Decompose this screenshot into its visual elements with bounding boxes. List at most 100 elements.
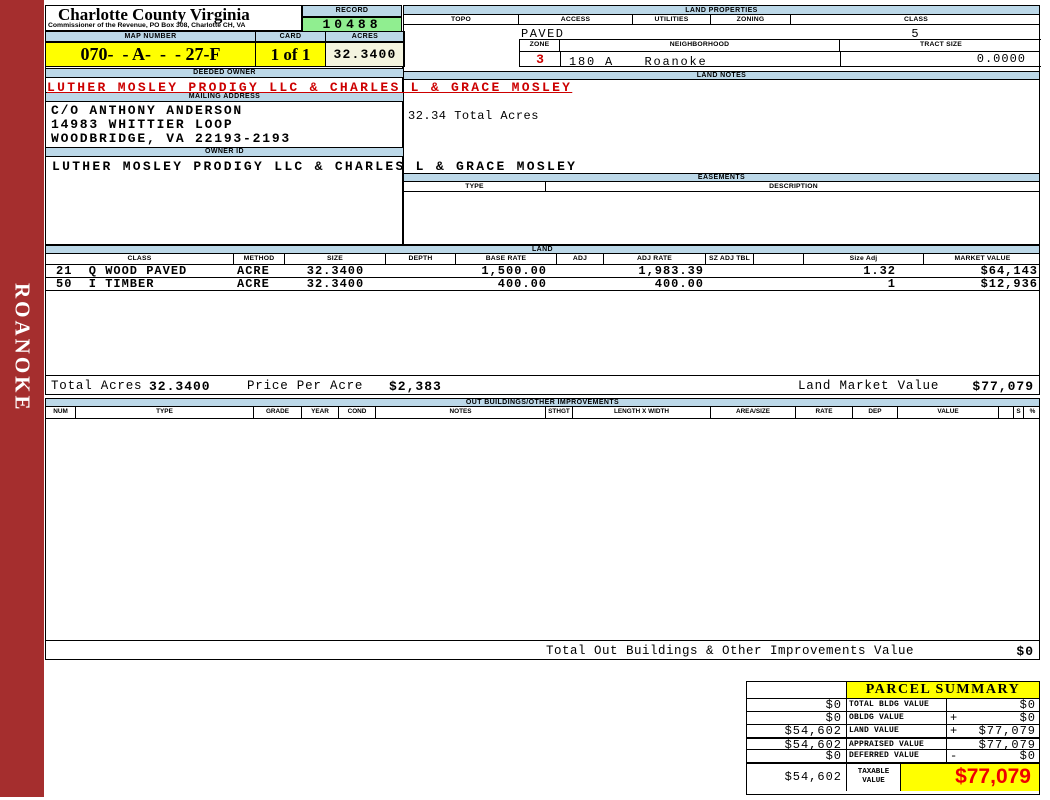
table-cell xyxy=(754,278,804,291)
table-cell: SZ ADJ TBL xyxy=(706,254,754,264)
table-cell: BASE RATE xyxy=(456,254,557,264)
taxable-label: TAXABLE VALUE xyxy=(847,764,901,791)
outbuildings-header-row: NUM TYPE GRADE YEAR COND NOTES STHGT LENGTH X W… xyxy=(46,407,1039,419)
deeded-owner-label: DEEDED OWNER xyxy=(46,68,403,78)
table-cell: NUM xyxy=(46,407,76,418)
table-cell: YEAR xyxy=(302,407,339,418)
table-cell: 400.00 xyxy=(654,277,704,291)
table-cell xyxy=(706,278,754,291)
table-cell: STHGT xyxy=(546,407,573,418)
land-notes-text: 32.34 Total Acres xyxy=(408,109,539,123)
mailing-address-line: C/O ANTHONY ANDERSON xyxy=(51,103,244,118)
neighborhood-name: Roanoke xyxy=(644,55,708,69)
table-cell xyxy=(557,278,604,291)
record-label: RECORD xyxy=(302,5,402,17)
table-cell: ACCESS xyxy=(519,15,633,24)
table-cell: 32.3400 xyxy=(306,277,365,291)
card-value: 1 of 1 xyxy=(255,42,326,67)
land-properties-title: LAND PROPERTIES xyxy=(404,5,1039,15)
owner-id-label: OWNER ID xyxy=(46,147,403,157)
table-cell: ADJ RATE xyxy=(604,254,706,264)
parcel-row-land: $54,602 LAND VALUE + $77,079 xyxy=(747,725,1039,738)
table-cell: METHOD xyxy=(234,254,285,264)
table-cell: $12,936 xyxy=(980,277,1038,291)
table-cell: ZONING xyxy=(711,15,791,24)
land-table-title: LAND xyxy=(46,245,1039,254)
table-cell: RATE xyxy=(796,407,853,418)
table-cell: Size Adj xyxy=(804,254,924,264)
table-cell: S xyxy=(1014,407,1024,418)
tract-size-label: TRACT SIZE xyxy=(919,41,963,48)
zone-neighborhood-table: ZONE NEIGHBORHOOD TRACT SIZE 3 180 A Roa… xyxy=(519,39,1041,69)
easements-header-row: TYPE DESCRIPTION xyxy=(404,182,1039,192)
table-cell: LENGTH X WIDTH xyxy=(573,407,711,418)
parcel-operator xyxy=(947,699,950,711)
parcel-right-value: $0 xyxy=(1019,711,1036,725)
parcel-row-taxable: $54,602 TAXABLE VALUE $77,079 xyxy=(747,763,1039,791)
table-cell: AREA/SIZE xyxy=(711,407,796,418)
zone-label: ZONE xyxy=(520,40,560,51)
neighborhood-code: 180 A xyxy=(569,55,615,69)
parcel-summary-corner xyxy=(747,682,847,698)
land-table-row: 50 I TIMBER ACRE 32.3400 400.00 400.00 1 $12,9… xyxy=(46,278,1039,291)
parcel-operator xyxy=(947,739,950,749)
table-cell xyxy=(754,254,804,264)
tract-size-value: 0.0000 xyxy=(840,52,1040,67)
table-cell: ACRE xyxy=(237,277,270,291)
total-acres-value: 32.3400 xyxy=(149,379,211,394)
acres-value: 32.3400 xyxy=(325,42,405,67)
land-properties-section: LAND PROPERTIES TOPO ACCESS UTILITIES ZONIN… xyxy=(403,5,1041,245)
table-cell: TYPE xyxy=(76,407,254,418)
outbuildings-total-value: $0 xyxy=(1016,644,1034,659)
table-cell: DESCRIPTION xyxy=(769,183,818,190)
parcel-right-value: $77,079 xyxy=(978,738,1036,752)
owner-id-value: LUTHER MOSLEY PRODIGY LLC & CHARLES L & … xyxy=(52,159,578,174)
table-cell: GRADE xyxy=(254,407,302,418)
table-cell: DEPTH xyxy=(386,254,456,264)
land-notes-title: LAND NOTES xyxy=(404,71,1039,80)
land-market-value: $77,079 xyxy=(972,379,1034,394)
parcel-row-label: TOTAL BLDG VALUE xyxy=(847,699,947,711)
mailing-address-line: 14983 WHITTIER LOOP xyxy=(51,117,234,132)
table-cell: MARKET VALUE xyxy=(954,255,1011,262)
table-cell xyxy=(706,265,754,278)
neighborhood-label: NEIGHBORHOOD xyxy=(560,40,840,51)
outbuildings-total-label: Total Out Buildings & Other Improvements… xyxy=(546,644,915,658)
parcel-row-total-bldg: $0 TOTAL BLDG VALUE $0 xyxy=(747,699,1039,712)
county-header-box: Charlotte County Virginia Commissioner o… xyxy=(45,5,302,31)
table-cell: COND xyxy=(339,407,376,418)
easements-title: EASEMENTS xyxy=(404,173,1039,182)
county-title: Charlotte County Virginia xyxy=(58,5,250,24)
parcel-row-label: OBLDG VALUE xyxy=(847,712,947,724)
total-acres-label: Total Acres xyxy=(51,379,143,393)
parcel-operator: - xyxy=(950,749,958,763)
table-cell: CLASS xyxy=(46,254,234,264)
taxable-left-value: $54,602 xyxy=(747,764,847,791)
outbuildings-total-row: Total Out Buildings & Other Improvements… xyxy=(46,640,1039,659)
table-cell: NOTES xyxy=(376,407,546,418)
table-cell xyxy=(557,265,604,278)
price-per-acre-value: $2,383 xyxy=(389,379,442,394)
outbuildings-table: OUT BUILDINGS/OTHER IMPROVEMENTS NUM TYPE… xyxy=(45,398,1040,660)
sidebar-county-label: ROANOKE xyxy=(10,283,35,413)
parcel-row-label: APPRAISED VALUE xyxy=(847,739,947,749)
parcel-left-value: $0 xyxy=(747,699,847,711)
taxable-value: $77,079 xyxy=(901,764,1039,791)
land-table: LAND CLASS METHOD SIZE DEPTH BASE RATE ADJ ADJ… xyxy=(45,245,1040,395)
record-value: 10488 xyxy=(302,17,402,32)
parcel-row-appraised: $54,602 APPRAISED VALUE $77,079 xyxy=(747,737,1039,752)
parcel-left-value: $54,602 xyxy=(747,739,847,751)
land-market-value-label: Land Market Value xyxy=(798,379,940,393)
table-cell: % COMP xyxy=(1029,408,1036,415)
table-cell: 50 I TIMBER xyxy=(56,277,155,291)
property-record-card: ROANOKE Charlotte County Virginia Commis… xyxy=(0,0,1050,800)
map-number-value: 070- - A- - - 27-F xyxy=(45,42,256,67)
table-cell xyxy=(386,278,456,291)
parcel-operator: + xyxy=(950,724,958,738)
parcel-operator: + xyxy=(950,711,958,725)
map-number-label: MAP NUMBER xyxy=(45,31,256,42)
parcel-row-label: LAND VALUE xyxy=(847,725,947,737)
table-cell xyxy=(999,407,1014,418)
mailing-address-line: WOODBRIDGE, VA 22193-2193 xyxy=(51,131,292,146)
sidebar: ROANOKE xyxy=(0,0,44,797)
